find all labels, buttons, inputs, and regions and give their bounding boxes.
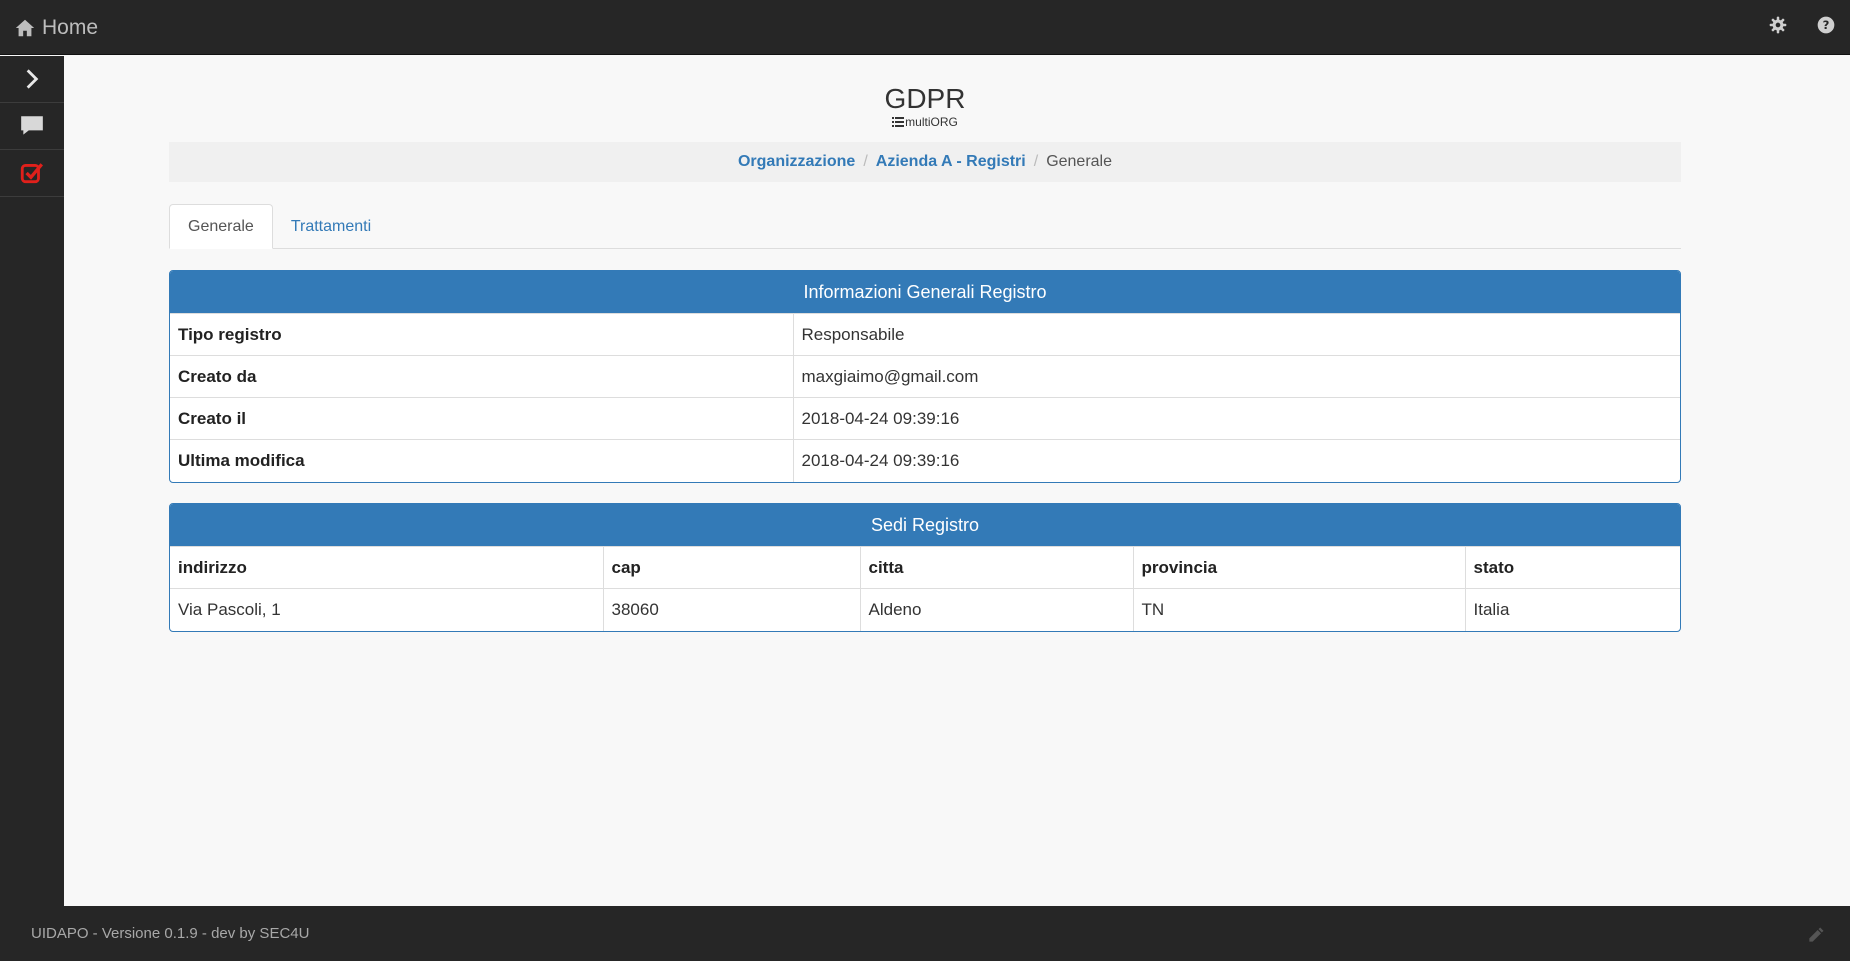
row-value: Responsabile bbox=[792, 313, 1680, 356]
sidebar-toggle-button[interactable] bbox=[0, 56, 64, 103]
cell-citta: Aldeno bbox=[859, 588, 1133, 631]
info-table: Tipo registro Responsabile Creato da max… bbox=[170, 313, 1680, 482]
row-label: Creato il bbox=[170, 397, 793, 440]
cell-provincia: TN bbox=[1132, 588, 1465, 631]
table-row: Ultima modifica 2018-04-24 09:39:16 bbox=[170, 439, 1680, 482]
breadcrumb-separator: / bbox=[1033, 153, 1039, 170]
breadcrumb-current: Generale bbox=[1046, 153, 1113, 170]
column-header: indirizzo bbox=[170, 546, 603, 589]
help-icon[interactable]: ? bbox=[1816, 15, 1836, 35]
page-header: GDPR multiORG bbox=[64, 83, 1786, 133]
table-row: Tipo registro Responsabile bbox=[170, 313, 1680, 356]
chevron-right-icon bbox=[26, 69, 39, 89]
column-header: cap bbox=[602, 546, 860, 589]
column-header: citta bbox=[859, 546, 1133, 589]
page-title: GDPR bbox=[884, 83, 966, 114]
row-value: 2018-04-24 09:39:16 bbox=[792, 439, 1680, 482]
row-value: 2018-04-24 09:39:16 bbox=[792, 397, 1680, 440]
row-label: Creato da bbox=[170, 355, 793, 398]
svg-text:?: ? bbox=[1823, 18, 1830, 32]
table-row: Creato da maxgiaimo@gmail.com bbox=[170, 355, 1680, 398]
breadcrumb-separator: / bbox=[863, 153, 868, 170]
chat-icon bbox=[21, 116, 43, 135]
tab-generale[interactable]: Generale bbox=[169, 204, 273, 249]
sidebar-item-tasks[interactable] bbox=[0, 150, 64, 197]
home-icon bbox=[15, 19, 35, 36]
breadcrumb: Organizzazione / Azienda A - Registri / … bbox=[169, 142, 1681, 182]
home-link[interactable]: Home bbox=[14, 0, 98, 55]
row-label: Ultima modifica bbox=[170, 439, 793, 482]
home-label: Home bbox=[42, 15, 99, 39]
page-subtitle: multiORG bbox=[892, 115, 958, 129]
footer-text: UIDAPO - Versione 0.1.9 - dev by SEC4U bbox=[31, 925, 310, 942]
list-icon bbox=[892, 116, 905, 127]
row-label: Tipo registro bbox=[170, 313, 793, 356]
breadcrumb-registri[interactable]: Azienda A - Registri bbox=[876, 153, 1026, 171]
table-row: Via Pascoli, 1 38060 Aldeno TN Italia bbox=[170, 588, 1680, 631]
pencil-icon[interactable] bbox=[1806, 925, 1826, 945]
info-panel: Informazioni Generali Registro Tipo regi… bbox=[169, 270, 1681, 483]
subtitle-text: multiORG bbox=[905, 114, 958, 129]
sidebar bbox=[0, 56, 64, 906]
sedi-panel-heading: Sedi Registro bbox=[170, 504, 1680, 546]
sedi-panel: Sedi Registro indirizzo cap citta provin… bbox=[169, 503, 1681, 632]
cell-indirizzo: Via Pascoli, 1 bbox=[170, 588, 603, 631]
table-row: Creato il 2018-04-24 09:39:16 bbox=[170, 397, 1680, 440]
task-check-icon bbox=[20, 163, 43, 184]
sedi-table: indirizzo cap citta provincia stato Via … bbox=[170, 546, 1680, 631]
column-header: stato bbox=[1464, 546, 1680, 589]
table-header-row: indirizzo cap citta provincia stato bbox=[170, 546, 1680, 589]
cell-stato: Italia bbox=[1464, 588, 1680, 631]
sidebar-item-messages[interactable] bbox=[0, 103, 64, 150]
column-header: provincia bbox=[1132, 546, 1465, 589]
top-navbar: Home ? bbox=[0, 0, 1850, 55]
cell-cap: 38060 bbox=[602, 588, 860, 631]
footer: UIDAPO - Versione 0.1.9 - dev by SEC4U bbox=[0, 906, 1850, 961]
breadcrumb-organizzazione[interactable]: Organizzazione bbox=[738, 153, 855, 171]
main-content: GDPR multiORG Organizzazione / Azienda A… bbox=[64, 56, 1850, 906]
gear-icon[interactable] bbox=[1768, 15, 1788, 35]
tab-trattamenti[interactable]: Trattamenti bbox=[273, 204, 389, 249]
info-panel-heading: Informazioni Generali Registro bbox=[170, 271, 1680, 313]
row-value: maxgiaimo@gmail.com bbox=[792, 355, 1680, 398]
tab-bar: Generale Trattamenti bbox=[169, 204, 1681, 249]
